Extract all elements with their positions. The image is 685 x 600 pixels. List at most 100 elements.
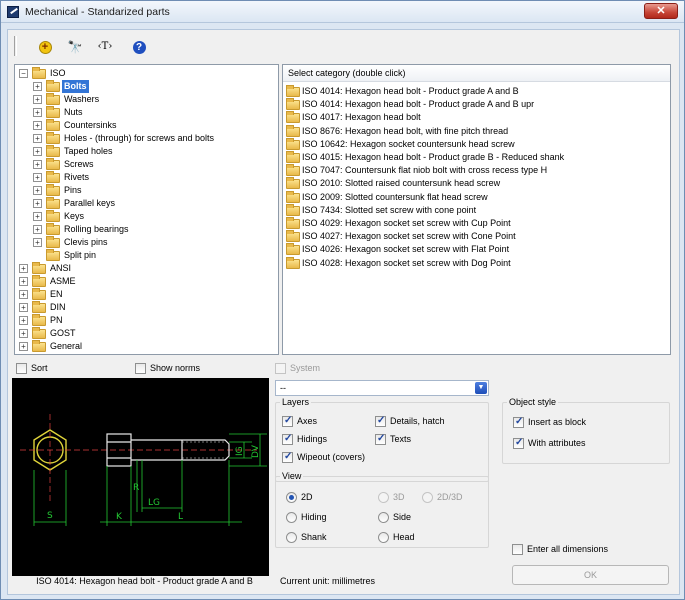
tree-item-label: EN — [50, 289, 63, 299]
tree-item-label: Keys — [64, 211, 85, 221]
toolbar: + 🔭 ‹T› ? — [12, 34, 212, 60]
close-button[interactable]: ✕ — [644, 3, 678, 19]
folder-icon — [46, 106, 60, 118]
expand-icon[interactable]: + — [33, 134, 42, 143]
folder-icon — [46, 249, 60, 261]
view-hiding-radio[interactable] — [286, 512, 297, 523]
standards-tree[interactable]: − ISO + Bolts + Washers + Nuts + Countersinks + Hol… — [14, 64, 279, 355]
toolbar-grip[interactable] — [14, 36, 17, 56]
title-bar[interactable]: Mechanical - Standarized parts ✕ — [1, 1, 684, 23]
expand-icon[interactable]: + — [19, 316, 28, 325]
with-attributes-checkbox[interactable] — [513, 437, 524, 449]
tree-item-label: Parallel keys — [64, 198, 116, 208]
system-label: System — [290, 363, 321, 373]
dim-dv-label: DV — [251, 444, 261, 458]
expand-icon[interactable]: + — [33, 199, 42, 208]
text-button[interactable]: ‹T› — [96, 38, 114, 56]
tree-item-label: General — [50, 341, 83, 351]
expand-icon[interactable]: + — [33, 160, 42, 169]
enter-all-dimensions-checkbox[interactable] — [512, 544, 523, 555]
tree-item-label: Rolling bearings — [64, 224, 129, 234]
insert-as-block-label: Insert as block — [528, 417, 587, 427]
expand-icon[interactable]: + — [19, 329, 28, 338]
view-side-label: Side — [393, 512, 412, 522]
view-2d-radio[interactable] — [286, 492, 297, 503]
wipeout-checkbox[interactable] — [282, 451, 293, 463]
list-item-label: ISO 10642: Hexagon socket countersunk he… — [302, 138, 515, 149]
hidings-checkbox[interactable] — [282, 433, 293, 445]
expand-icon[interactable]: + — [33, 238, 42, 247]
view-2d-label: 2D — [301, 492, 313, 502]
show-norms-checkbox[interactable] — [135, 363, 146, 374]
axes-checkbox[interactable] — [282, 415, 293, 427]
tree-item-label: Split pin — [64, 250, 97, 260]
view-2d3d-label: 2D/3D — [437, 492, 463, 502]
tree-item-label: Countersinks — [64, 120, 117, 130]
folder-icon — [46, 145, 60, 157]
dim-l-label: L — [178, 512, 183, 522]
expand-icon[interactable]: + — [33, 82, 42, 91]
folder-icon — [32, 327, 46, 339]
sort-checkbox[interactable] — [16, 363, 27, 374]
app-icon — [7, 6, 19, 18]
folder-icon — [286, 124, 300, 137]
tree-item-label: Screws — [64, 159, 94, 169]
system-select-value: -- — [280, 383, 286, 393]
add-button[interactable]: + — [36, 38, 54, 56]
expand-icon[interactable]: + — [33, 147, 42, 156]
object-style-title: Object style — [507, 397, 559, 407]
hidings-label: Hidings — [297, 434, 328, 444]
expand-icon[interactable]: + — [19, 277, 28, 286]
view-2d3d-radio[interactable] — [422, 492, 433, 503]
expand-icon[interactable]: + — [33, 121, 42, 130]
text-icon: ‹T› — [97, 41, 113, 52]
list-item-label: ISO 2010: Slotted raised countersunk hea… — [302, 178, 501, 189]
tree-item-label: PN — [50, 315, 63, 325]
expand-icon[interactable]: + — [19, 303, 28, 312]
folder-icon — [46, 132, 60, 144]
view-3d-radio[interactable] — [378, 492, 389, 503]
expand-icon[interactable]: + — [19, 342, 28, 351]
view-head-radio[interactable] — [378, 532, 389, 543]
expand-icon[interactable]: + — [33, 225, 42, 234]
details-hatch-checkbox[interactable] — [375, 415, 386, 427]
folder-icon — [286, 98, 300, 111]
expand-icon[interactable]: + — [19, 290, 28, 299]
list-item-label: ISO 4027: Hexagon socket set screw with … — [302, 231, 516, 242]
expand-icon[interactable]: + — [19, 264, 28, 273]
folder-icon — [32, 314, 46, 326]
texts-checkbox[interactable] — [375, 433, 386, 445]
expand-icon[interactable]: + — [33, 212, 42, 221]
expand-icon[interactable]: + — [33, 95, 42, 104]
chevron-down-icon[interactable]: ▼ — [475, 382, 487, 394]
category-list[interactable]: Select category (double click) ISO 4014:… — [282, 64, 671, 355]
expand-icon[interactable]: + — [33, 108, 42, 117]
system-checkbox[interactable] — [275, 363, 286, 374]
texts-label: Texts — [390, 434, 412, 444]
system-select[interactable]: -- ▼ — [275, 380, 489, 396]
tree-item-label: ANSI — [50, 263, 72, 273]
dialog-client-area: + 🔭 ‹T› ? − ISO + Bolts + Washers + Nuts + Counte… — [7, 29, 680, 595]
folder-icon — [32, 275, 46, 287]
collapse-icon[interactable]: − — [19, 69, 28, 78]
view-shank-radio[interactable] — [286, 532, 297, 543]
category-list-header[interactable]: Select category (double click) — [283, 65, 670, 82]
ok-button[interactable]: OK — [512, 565, 669, 585]
tree-item-label: Bolts — [62, 80, 89, 93]
axes-label: Axes — [297, 416, 318, 426]
folder-icon — [286, 243, 300, 256]
list-item-label: ISO 4026: Hexagon socket set screw with … — [302, 244, 510, 255]
show-norms-label: Show norms — [150, 363, 201, 373]
expand-icon[interactable]: + — [33, 173, 42, 182]
tree-item-label: Holes - (through) for screws and bolts — [64, 133, 215, 143]
find-button[interactable]: 🔭 — [66, 38, 84, 56]
view-head-label: Head — [393, 532, 415, 542]
insert-as-block-checkbox[interactable] — [513, 416, 524, 428]
dim-lg-label: LG — [148, 498, 160, 508]
expand-icon[interactable]: + — [33, 186, 42, 195]
view-side-radio[interactable] — [378, 512, 389, 523]
sort-label: Sort — [31, 363, 48, 373]
folder-icon — [46, 223, 60, 235]
dialog-window: Mechanical - Standarized parts ✕ + 🔭 ‹T›… — [0, 0, 685, 600]
help-button[interactable]: ? — [130, 38, 148, 56]
